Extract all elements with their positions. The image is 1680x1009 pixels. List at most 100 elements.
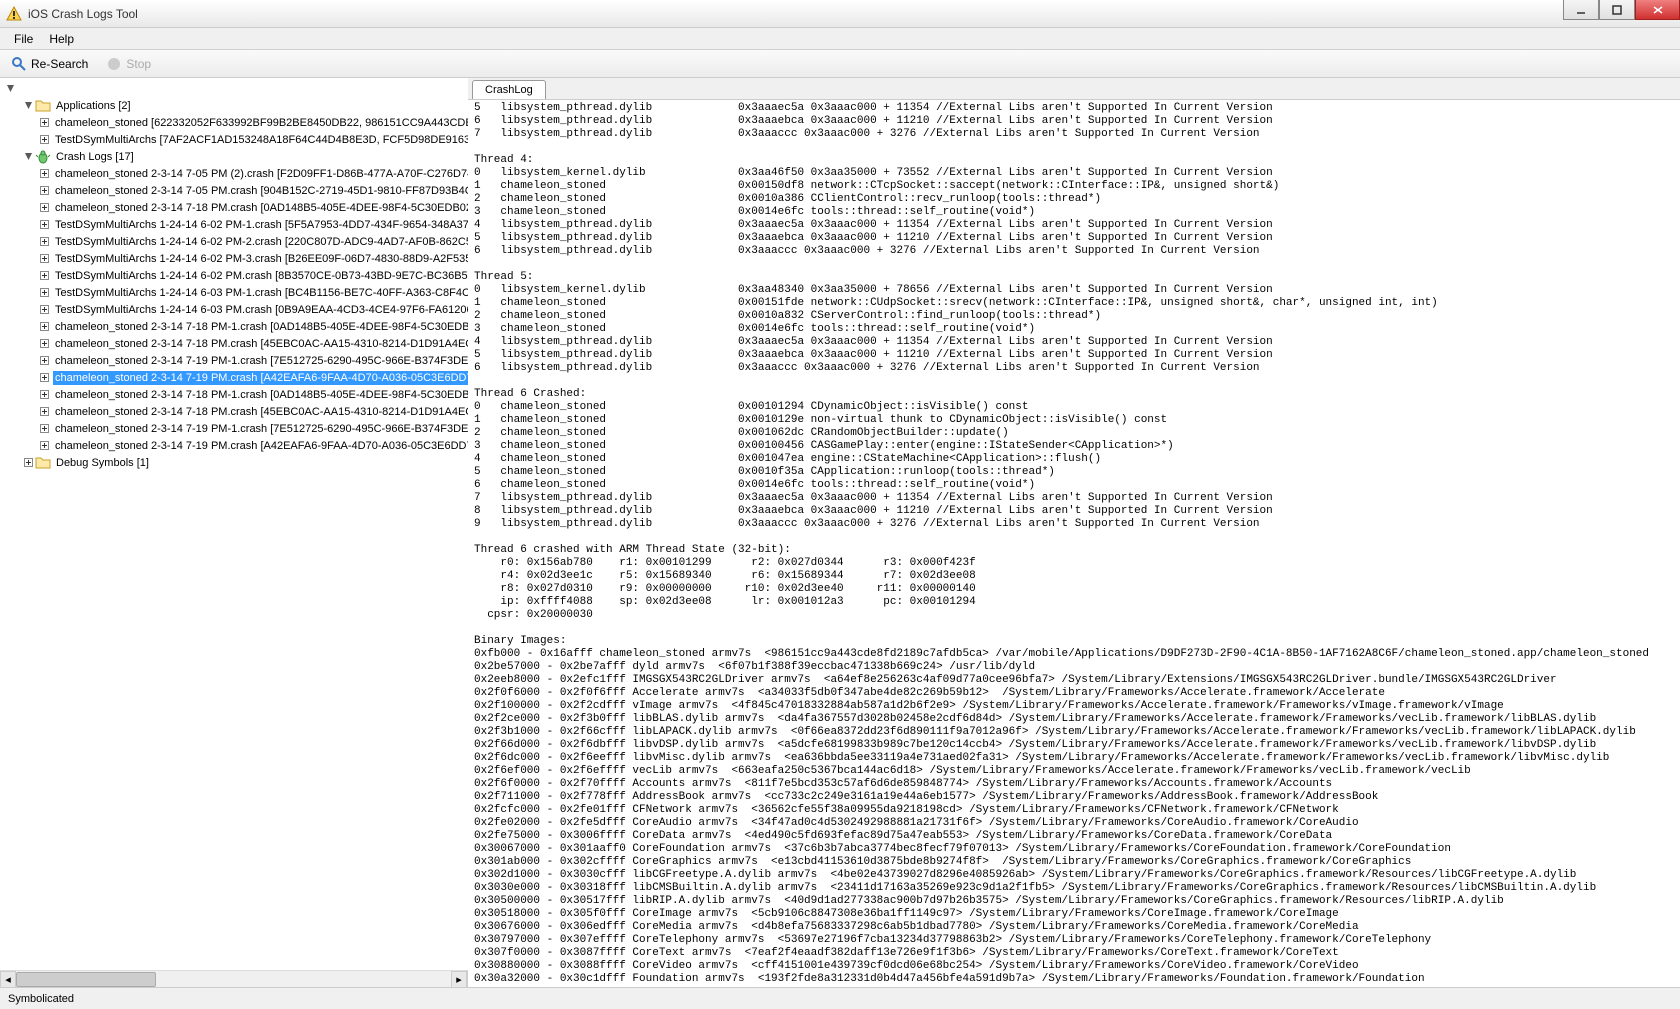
tree-crash-item[interactable]: chameleon_stoned 2-3-14 7-19 PM-1.crash … [4, 352, 464, 369]
tree-crash-label: chameleon_stoned 2-3-14 7-19 PM.crash [A… [53, 439, 468, 453]
tree-crash-item[interactable]: chameleon_stoned 2-3-14 7-18 PM.crash [4… [4, 403, 464, 420]
plus-icon[interactable] [22, 457, 34, 469]
minimize-button[interactable] [1563, 0, 1599, 20]
research-button[interactable]: Re-Search [4, 52, 95, 76]
tree-crash-item[interactable]: chameleon_stoned 2-3-14 7-18 PM-1.crash … [4, 386, 464, 403]
toolbar: Re-Search Stop [0, 50, 1680, 78]
tree-crash-label: TestDSymMultiArchs 1-24-14 6-03 PM-1.cra… [53, 286, 468, 300]
main-area: Applications [2]chameleon_stoned [622332… [0, 78, 1680, 987]
tree-crash-item[interactable]: TestDSymMultiArchs 1-24-14 6-02 PM-2.cra… [4, 233, 464, 250]
tree-crashes[interactable]: Crash Logs [17] [4, 148, 464, 165]
tree-apps[interactable]: Applications [2] [4, 97, 464, 114]
expander-icon[interactable] [22, 100, 34, 112]
tree-crash-item[interactable]: chameleon_stoned 2-3-14 7-19 PM.crash [A… [4, 437, 464, 454]
stop-icon [106, 56, 122, 72]
folder-icon [35, 455, 51, 471]
plus-icon[interactable] [40, 236, 49, 248]
bug-icon [35, 149, 51, 165]
tree-crash-item[interactable]: chameleon_stoned 2-3-14 7-05 PM.crash [9… [4, 182, 464, 199]
tree-crash-label: TestDSymMultiArchs 1-24-14 6-02 PM.crash… [53, 269, 468, 283]
scroll-thumb[interactable] [16, 972, 156, 987]
tree-debug[interactable]: Debug Symbols [1] [4, 454, 464, 471]
tree-crash-label: chameleon_stoned 2-3-14 7-19 PM-1.crash … [53, 422, 468, 436]
plus-icon[interactable] [40, 423, 49, 435]
tree-crash-item[interactable]: chameleon_stoned 2-3-14 7-05 PM (2).cras… [4, 165, 464, 182]
plus-icon[interactable] [40, 168, 49, 180]
plus-icon[interactable] [40, 117, 49, 129]
plus-icon[interactable] [40, 355, 49, 367]
tree-crash-item[interactable]: chameleon_stoned 2-3-14 7-19 PM.crash [A… [4, 369, 464, 386]
plus-icon[interactable] [40, 440, 49, 452]
tree-crash-label: chameleon_stoned 2-3-14 7-18 PM-1.crash … [53, 320, 468, 334]
expander-icon[interactable] [4, 83, 16, 95]
tree-debug-label: Debug Symbols [1] [54, 456, 151, 470]
tree-crash-item[interactable]: TestDSymMultiArchs 1-24-14 6-03 PM-1.cra… [4, 284, 464, 301]
tree-crash-label: chameleon_stoned 2-3-14 7-05 PM.crash [9… [53, 184, 468, 198]
tree-crash-item[interactable]: TestDSymMultiArchs 1-24-14 6-03 PM.crash… [4, 301, 464, 318]
scroll-right-arrow[interactable]: ▸ [451, 971, 467, 988]
close-button[interactable] [1635, 0, 1680, 20]
tree-crash-label: TestDSymMultiArchs 1-24-14 6-02 PM-2.cra… [53, 235, 468, 249]
titlebar: iOS Crash Logs Tool [0, 0, 1680, 28]
tree-crash-label: TestDSymMultiArchs 1-24-14 6-02 PM-1.cra… [53, 218, 468, 232]
research-label: Re-Search [31, 57, 88, 71]
crashlog-view[interactable]: 5 libsystem_pthread.dylib 0x3aaaec5a 0x3… [468, 100, 1680, 987]
right-pane: CrashLog 5 libsystem_pthread.dylib 0x3aa… [468, 78, 1680, 987]
maximize-button[interactable] [1599, 0, 1635, 20]
plus-icon[interactable] [40, 406, 49, 418]
plus-icon[interactable] [40, 270, 49, 282]
tree-crash-label: chameleon_stoned 2-3-14 7-18 PM.crash [0… [53, 201, 468, 215]
scroll-left-arrow[interactable]: ◂ [0, 971, 16, 988]
tree-crash-item[interactable]: chameleon_stoned 2-3-14 7-19 PM-1.crash … [4, 420, 464, 437]
tree-crash-item[interactable]: TestDSymMultiArchs 1-24-14 6-02 PM.crash… [4, 267, 464, 284]
tree-crash-label: TestDSymMultiArchs 1-24-14 6-03 PM.crash… [53, 303, 468, 317]
expander-icon[interactable] [22, 151, 34, 163]
tree-app-item[interactable]: chameleon_stoned [622332052F633992BF99B2… [4, 114, 464, 131]
plus-icon[interactable] [40, 202, 49, 214]
stop-label: Stop [126, 57, 151, 71]
plus-icon[interactable] [40, 219, 49, 231]
tree-root[interactable] [4, 80, 464, 97]
tree-crash-item[interactable]: chameleon_stoned 2-3-14 7-18 PM-1.crash … [4, 318, 464, 335]
tree-crash-label: TestDSymMultiArchs 1-24-14 6-02 PM-3.cra… [53, 252, 468, 266]
tree-app-label: TestDSymMultiArchs [7AF2ACF1AD153248A18F… [53, 133, 468, 147]
tree-apps-label: Applications [2] [54, 99, 133, 113]
plus-icon[interactable] [40, 338, 49, 350]
tree-crash-label: chameleon_stoned 2-3-14 7-18 PM-1.crash … [53, 388, 468, 402]
tree-crash-label: chameleon_stoned 2-3-14 7-19 PM-1.crash … [53, 354, 468, 368]
plus-icon[interactable] [40, 185, 49, 197]
menu-file[interactable]: File [6, 29, 41, 49]
plus-icon[interactable] [40, 134, 49, 146]
tree-hscrollbar[interactable]: ◂ ▸ [0, 970, 467, 987]
stop-button[interactable]: Stop [99, 52, 158, 76]
statusbar: Symbolicated [0, 987, 1680, 1009]
tree-crash-item[interactable]: chameleon_stoned 2-3-14 7-18 PM.crash [0… [4, 199, 464, 216]
tree-crash-item[interactable]: TestDSymMultiArchs 1-24-14 6-02 PM-1.cra… [4, 216, 464, 233]
tree-crash-label: chameleon_stoned 2-3-14 7-05 PM (2).cras… [53, 167, 468, 181]
status-text: Symbolicated [8, 993, 74, 1005]
plus-icon[interactable] [40, 389, 49, 401]
plus-icon[interactable] [40, 287, 49, 299]
tree-app-label: chameleon_stoned [622332052F633992BF99B2… [53, 116, 468, 130]
tree-crash-item[interactable]: chameleon_stoned 2-3-14 7-18 PM.crash [4… [4, 335, 464, 352]
tab-crashlog[interactable]: CrashLog [472, 80, 546, 99]
app-icon [6, 6, 22, 22]
plus-icon[interactable] [40, 372, 49, 384]
folder-icon [35, 98, 51, 114]
plus-icon[interactable] [40, 304, 49, 316]
tree-pane[interactable]: Applications [2]chameleon_stoned [622332… [0, 78, 468, 970]
tree-crash-item[interactable]: TestDSymMultiArchs 1-24-14 6-02 PM-3.cra… [4, 250, 464, 267]
search-icon [11, 56, 27, 72]
tree-app-item[interactable]: TestDSymMultiArchs [7AF2ACF1AD153248A18F… [4, 131, 464, 148]
tree-crash-label: chameleon_stoned 2-3-14 7-18 PM.crash [4… [53, 405, 468, 419]
menu-help[interactable]: Help [41, 29, 82, 49]
plus-icon[interactable] [40, 321, 49, 333]
menubar: File Help [0, 28, 1680, 50]
plus-icon[interactable] [40, 253, 49, 265]
tree-crashes-label: Crash Logs [17] [54, 150, 136, 164]
window-buttons [1563, 0, 1680, 20]
tree-crash-label: chameleon_stoned 2-3-14 7-19 PM.crash [A… [53, 371, 468, 385]
tabbar: CrashLog [468, 78, 1680, 100]
window-title: iOS Crash Logs Tool [28, 7, 138, 21]
tree-crash-label: chameleon_stoned 2-3-14 7-18 PM.crash [4… [53, 337, 468, 351]
